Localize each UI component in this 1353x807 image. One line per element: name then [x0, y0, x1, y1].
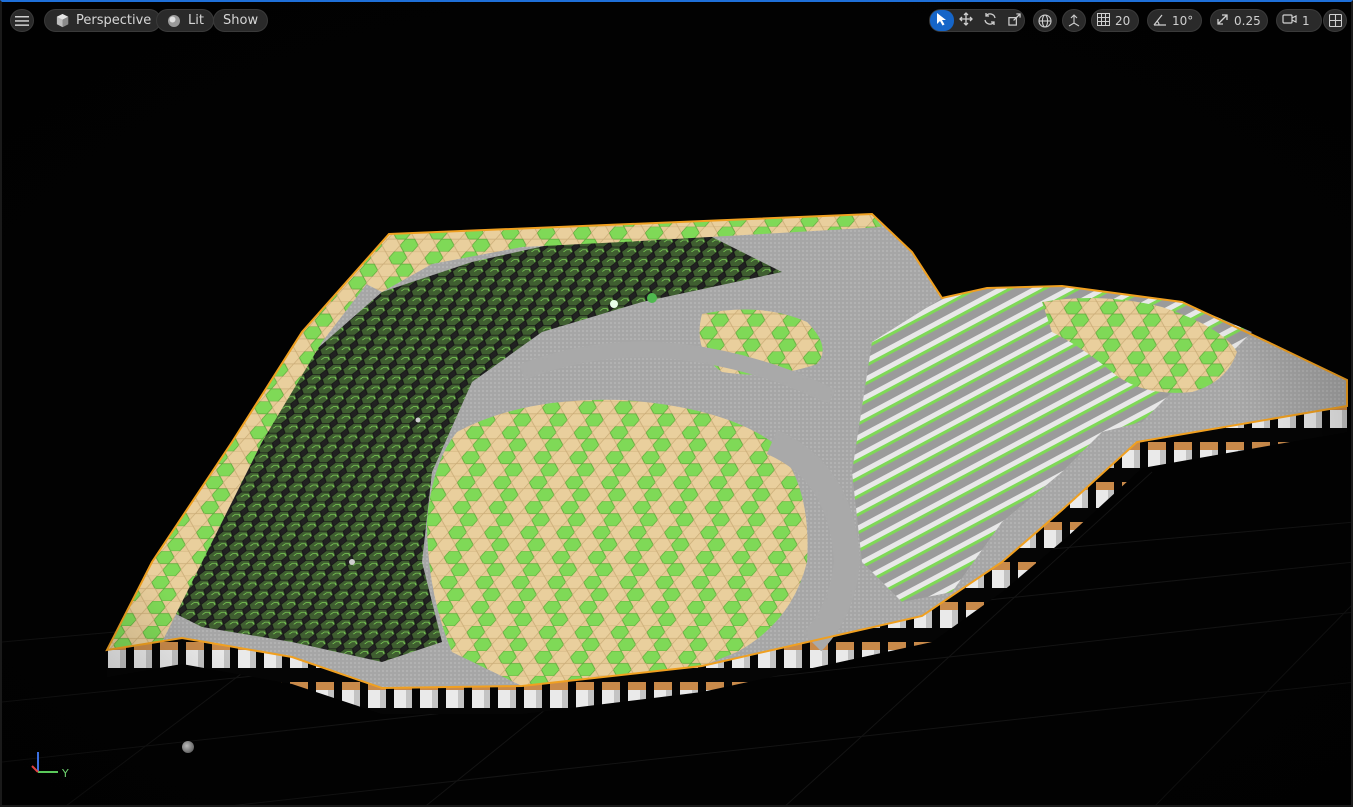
lighting-mode-button[interactable]: Lit — [156, 9, 214, 32]
scale-icon — [1007, 12, 1021, 29]
view-mode-button[interactable]: Perspective — [44, 9, 162, 32]
rotate-tool-button[interactable] — [978, 10, 1002, 31]
axis-y-label: Y — [62, 767, 69, 780]
rotation-snap-group[interactable]: 10° — [1147, 9, 1202, 32]
scale-tool-button[interactable] — [1002, 10, 1026, 31]
scale-snap-button[interactable]: 0.25 — [1211, 10, 1266, 31]
globe-icon — [1037, 13, 1053, 29]
rotation-snap-button[interactable]: 10° — [1148, 10, 1198, 31]
hamburger-menu-icon — [14, 13, 30, 29]
light-source-icon[interactable] — [182, 741, 194, 753]
cube-icon — [54, 13, 70, 29]
grid-snap-value: 20 — [1115, 13, 1131, 28]
grid-snap-button[interactable]: 20 — [1092, 10, 1135, 31]
scale-arrow-icon — [1216, 13, 1229, 29]
level-viewport[interactable]: Y Perspective Lit Show 20 10° 0.25 1 — [0, 0, 1353, 807]
translate-tool-button[interactable] — [954, 10, 978, 31]
view-mode-label: Perspective — [76, 13, 152, 28]
transform-tools-group — [929, 9, 1025, 32]
viewport-toolbar: Perspective Lit Show 20 10° 0.25 1 — [10, 9, 1347, 33]
angle-icon — [1153, 13, 1167, 29]
rotation-snap-value: 10° — [1172, 13, 1194, 28]
select-tool-button[interactable] — [930, 10, 954, 31]
coordinate-space-button[interactable] — [1033, 9, 1057, 32]
viewport-layout-icon — [1327, 13, 1343, 29]
surface-snap-button[interactable] — [1062, 9, 1086, 32]
camera-icon — [1282, 13, 1297, 28]
axis-gizmo — [31, 752, 58, 773]
surface-snap-icon — [1066, 13, 1082, 29]
viewport-menu-button[interactable] — [10, 9, 34, 32]
camera-speed-value: 1 — [1302, 13, 1310, 28]
rotate-icon — [983, 12, 997, 29]
scene-render[interactable] — [2, 2, 1353, 807]
sphere-icon — [166, 13, 182, 29]
show-label: Show — [223, 13, 259, 28]
scale-snap-value: 0.25 — [1234, 13, 1261, 28]
scale-snap-group[interactable]: 0.25 — [1210, 9, 1268, 32]
camera-speed-button[interactable]: 1 — [1277, 10, 1315, 31]
grid-snap-group[interactable]: 20 — [1091, 9, 1139, 32]
lighting-mode-label: Lit — [188, 13, 204, 28]
viewport-layout-button[interactable] — [1323, 9, 1347, 32]
grid-icon — [1097, 12, 1110, 29]
cursor-arrow-icon — [936, 12, 948, 29]
camera-speed-group[interactable]: 1 — [1276, 9, 1322, 32]
show-menu-button[interactable]: Show — [213, 9, 269, 32]
move-arrows-icon — [959, 12, 973, 29]
